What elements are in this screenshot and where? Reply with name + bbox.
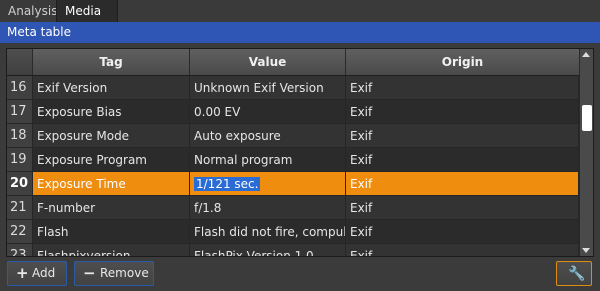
scroll-thumb[interactable] bbox=[582, 105, 592, 131]
value-cell[interactable]: 0.00 EV bbox=[190, 100, 346, 124]
add-button-label: Add bbox=[32, 266, 56, 280]
tag-cell[interactable]: Exposure Program bbox=[33, 148, 190, 172]
table-row[interactable]: 18 Exposure Mode Auto exposure Exif bbox=[7, 124, 579, 148]
value-cell[interactable]: f/1.8 bbox=[190, 196, 346, 220]
table-row[interactable]: 21 F-number f/1.8 Exif bbox=[7, 196, 579, 220]
add-button[interactable]: + Add bbox=[7, 261, 67, 286]
tab-media[interactable]: Media bbox=[56, 0, 118, 22]
minus-icon: − bbox=[83, 264, 96, 282]
value-cell[interactable]: Auto exposure bbox=[190, 124, 346, 148]
value-cell[interactable]: Unknown Exif Version bbox=[190, 76, 346, 100]
origin-cell[interactable]: Exif bbox=[346, 172, 579, 196]
row-number: 20 bbox=[7, 172, 33, 196]
plus-icon: + bbox=[16, 264, 29, 282]
vertical-scrollbar[interactable] bbox=[579, 49, 593, 256]
tag-cell[interactable]: Exif Version bbox=[33, 76, 190, 100]
table-row[interactable]: 23 Flashpixversion FlashPix Version 1.0 … bbox=[7, 244, 579, 256]
row-number: 19 bbox=[7, 148, 33, 172]
wrench-icon: 🔧 bbox=[568, 266, 586, 282]
panel-title: Meta table bbox=[0, 22, 600, 43]
table-header: Tag Value Origin bbox=[7, 49, 579, 76]
scroll-down-arrow-icon[interactable] bbox=[582, 248, 590, 253]
table-row[interactable]: 19 Exposure Program Normal program Exif bbox=[7, 148, 579, 172]
remove-button-label: Remove bbox=[100, 266, 149, 280]
tag-cell[interactable]: Exposure Time bbox=[33, 172, 190, 196]
meta-table: Tag Value Origin 16 Exif Version Unknown… bbox=[6, 48, 594, 257]
row-number: 21 bbox=[7, 196, 33, 220]
tag-cell[interactable]: Flashpixversion bbox=[33, 244, 190, 256]
value-cell-editing[interactable]: 1/121 sec. bbox=[190, 172, 346, 196]
tag-cell[interactable]: Exposure Mode bbox=[33, 124, 190, 148]
table-row[interactable]: 22 Flash Flash did not fire, compulso...… bbox=[7, 220, 579, 244]
corner-cell bbox=[7, 49, 33, 75]
table-row[interactable]: 16 Exif Version Unknown Exif Version Exi… bbox=[7, 76, 579, 100]
origin-cell[interactable]: Exif bbox=[346, 196, 579, 220]
value-cell[interactable]: FlashPix Version 1.0 bbox=[190, 244, 346, 256]
settings-button[interactable]: 🔧 bbox=[556, 261, 592, 286]
table-body: 16 Exif Version Unknown Exif Version Exi… bbox=[7, 76, 579, 256]
row-number: 18 bbox=[7, 124, 33, 148]
tag-cell[interactable]: Flash bbox=[33, 220, 190, 244]
table-row[interactable]: 17 Exposure Bias 0.00 EV Exif bbox=[7, 100, 579, 124]
row-number: 23 bbox=[7, 244, 33, 256]
origin-cell[interactable]: Exif bbox=[346, 100, 579, 124]
value-cell[interactable]: Normal program bbox=[190, 148, 346, 172]
row-number: 17 bbox=[7, 100, 33, 124]
remove-button[interactable]: − Remove bbox=[74, 261, 154, 286]
value-cell[interactable]: Flash did not fire, compulso... bbox=[190, 220, 346, 244]
row-number: 22 bbox=[7, 220, 33, 244]
origin-cell[interactable]: Exif bbox=[346, 220, 579, 244]
tab-bar: Analysis Media bbox=[0, 0, 600, 23]
origin-cell[interactable]: Exif bbox=[346, 76, 579, 100]
tag-cell[interactable]: F-number bbox=[33, 196, 190, 220]
origin-cell[interactable]: Exif bbox=[346, 148, 579, 172]
scroll-up-arrow-icon[interactable] bbox=[582, 52, 590, 57]
origin-cell[interactable]: Exif bbox=[346, 124, 579, 148]
origin-cell[interactable]: Exif bbox=[346, 244, 579, 256]
column-header-origin[interactable]: Origin bbox=[346, 49, 579, 75]
column-header-value[interactable]: Value bbox=[190, 49, 346, 75]
selected-value-text[interactable]: 1/121 sec. bbox=[194, 177, 261, 191]
row-number: 16 bbox=[7, 76, 33, 100]
table-row-selected[interactable]: 20 Exposure Time 1/121 sec. Exif bbox=[7, 172, 579, 196]
tag-cell[interactable]: Exposure Bias bbox=[33, 100, 190, 124]
column-header-tag[interactable]: Tag bbox=[33, 49, 190, 75]
